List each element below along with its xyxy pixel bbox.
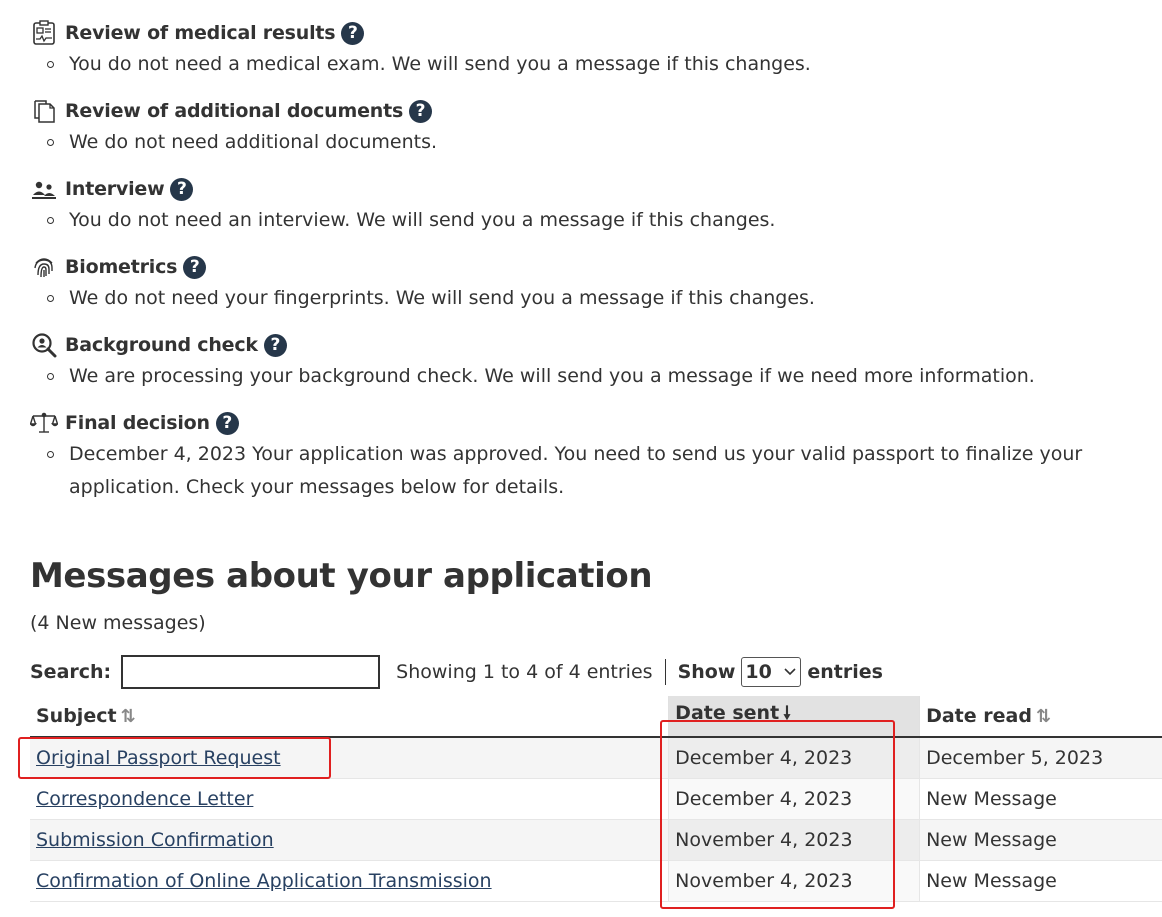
- help-icon[interactable]: ?: [170, 177, 194, 201]
- showing-entries-info: Showing 1 to 4 of 4 entries: [396, 661, 653, 683]
- help-icon[interactable]: ?: [341, 21, 365, 45]
- help-icon[interactable]: ?: [263, 333, 287, 357]
- step-description: You do not need a medical exam. We will …: [30, 48, 1129, 81]
- step-description: You do not need an interview. We will se…: [30, 204, 1129, 237]
- help-icon[interactable]: ?: [215, 411, 239, 435]
- table-row: Confirmation of Online Application Trans…: [30, 860, 1162, 902]
- cell-date-sent: December 4, 2023: [668, 737, 921, 779]
- documents-icon: [30, 98, 58, 124]
- column-header-subject[interactable]: Subject ⇅: [30, 696, 670, 738]
- message-subject-link[interactable]: Original Passport Request: [36, 747, 281, 769]
- step-title: Background check: [65, 334, 258, 356]
- step-biometrics: Biometrics ? We do not need your fingerp…: [30, 252, 1129, 315]
- cell-subject: Submission Confirmation: [30, 819, 670, 861]
- step-description: We do not need additional documents.: [30, 126, 1129, 159]
- medical-clipboard-icon: [30, 20, 58, 46]
- step-final-decision: Final decision ? December 4, 2023 Your a…: [30, 408, 1129, 504]
- cell-date-read: New Message: [919, 778, 1162, 820]
- entries-label: entries: [807, 661, 883, 683]
- entries-select-value: 10: [745, 661, 772, 683]
- cell-date-sent: November 4, 2023: [668, 860, 921, 902]
- chevron-down-icon: [784, 668, 796, 676]
- column-header-date-read[interactable]: Date read ⇅: [919, 696, 1162, 738]
- step-title: Review of medical results: [65, 22, 336, 44]
- step-documents: Review of additional documents ? We do n…: [30, 96, 1129, 159]
- table-row: Original Passport Request December 4, 20…: [30, 737, 1162, 779]
- new-messages-count: (4 New messages): [30, 612, 206, 634]
- show-label: Show: [677, 661, 736, 683]
- table-row: Submission Confirmation November 4, 2023…: [30, 819, 1162, 861]
- sort-both-icon: ⇅: [120, 706, 136, 727]
- step-title: Final decision: [65, 412, 210, 434]
- help-icon[interactable]: ?: [409, 99, 433, 123]
- cell-date-sent: December 4, 2023: [668, 778, 921, 820]
- people-icon: [30, 176, 58, 202]
- scales-icon: [30, 410, 58, 436]
- message-subject-link[interactable]: Confirmation of Online Application Trans…: [36, 870, 492, 892]
- entries-per-page-select[interactable]: 10: [741, 657, 802, 687]
- step-medical: Review of medical results ? You do not n…: [30, 18, 1129, 81]
- cell-subject: Original Passport Request: [30, 737, 670, 779]
- step-background-check: Background check ? We are processing you…: [30, 330, 1129, 393]
- messages-heading: Messages about your application: [30, 556, 653, 596]
- step-title: Interview: [65, 178, 165, 200]
- search-input[interactable]: [121, 655, 381, 689]
- cell-subject: Confirmation of Online Application Trans…: [30, 860, 670, 902]
- column-header-label: Subject: [36, 705, 117, 727]
- search-person-icon: [30, 332, 58, 358]
- message-subject-link[interactable]: Correspondence Letter: [36, 788, 253, 810]
- column-header-label: Date sent: [675, 702, 780, 724]
- column-header-label: Date read: [926, 705, 1032, 727]
- table-header-row: Subject ⇅ Date sent 🠗 Date read ⇅: [30, 696, 1162, 738]
- cell-date-read: New Message: [919, 819, 1162, 861]
- table-controls: Search: Showing 1 to 4 of 4 entries Show…: [30, 652, 883, 692]
- step-title: Biometrics: [65, 256, 178, 278]
- clipped-text: [0, 0, 1162, 3]
- cell-date-read: December 5, 2023: [919, 737, 1162, 779]
- messages-table: Subject ⇅ Date sent 🠗 Date read ⇅ Original …: [30, 696, 1162, 902]
- message-subject-link[interactable]: Submission Confirmation: [36, 829, 274, 851]
- divider: [664, 659, 666, 685]
- sort-both-icon: ⇅: [1035, 706, 1052, 727]
- step-title: Review of additional documents: [65, 100, 404, 122]
- sort-descending-icon: 🠗: [783, 703, 791, 724]
- step-description: We are processing your background check.…: [30, 360, 1129, 393]
- cell-subject: Correspondence Letter: [30, 778, 670, 820]
- help-icon[interactable]: ?: [183, 255, 207, 279]
- column-header-date-sent[interactable]: Date sent 🠗: [668, 696, 921, 738]
- table-row: Correspondence Letter December 4, 2023 N…: [30, 778, 1162, 820]
- search-label: Search:: [30, 661, 112, 683]
- cell-date-sent: November 4, 2023: [668, 819, 921, 861]
- step-description: We do not need your fingerprints. We wil…: [30, 282, 1129, 315]
- step-interview: Interview ? You do not need an interview…: [30, 174, 1129, 237]
- cell-date-read: New Message: [919, 860, 1162, 902]
- fingerprint-icon: [30, 254, 58, 280]
- step-description: December 4, 2023 Your application was ap…: [30, 438, 1129, 504]
